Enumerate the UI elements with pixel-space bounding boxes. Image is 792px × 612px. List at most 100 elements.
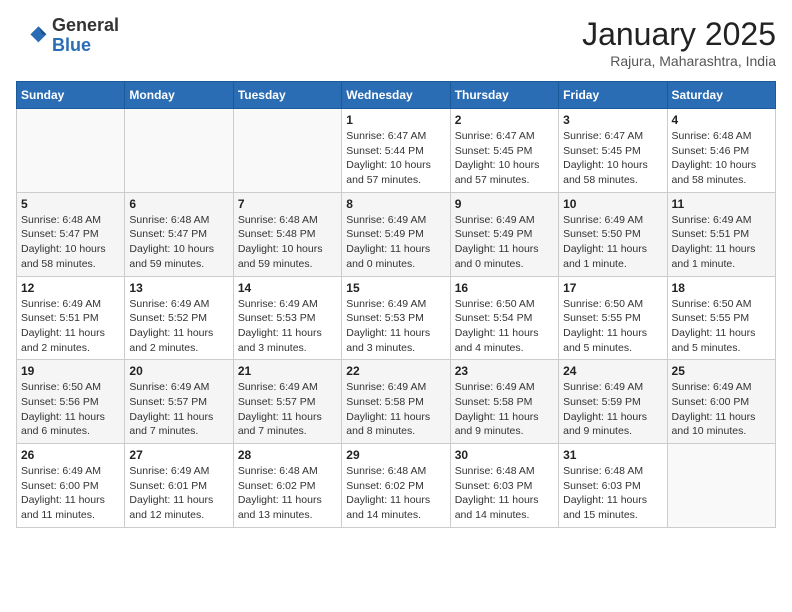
calendar-day-4: 4Sunrise: 6:48 AMSunset: 5:46 PMDaylight… (667, 109, 775, 193)
calendar-header-row: SundayMondayTuesdayWednesdayThursdayFrid… (17, 82, 776, 109)
day-info: Sunrise: 6:49 AMSunset: 5:57 PMDaylight:… (129, 380, 228, 439)
day-number: 16 (455, 281, 554, 295)
day-number: 29 (346, 448, 445, 462)
calendar-day-19: 19 Sunrise: 6:50 AMSunset: 5:56 PMDayligh… (17, 360, 125, 444)
day-info: Sunrise: 6:49 AMSunset: 5:53 PMDaylight:… (346, 297, 445, 356)
empty-cell (125, 109, 233, 193)
calendar-day-16: 16 Sunrise: 6:50 AMSunset: 5:54 PMDayligh… (450, 276, 558, 360)
day-info: Sunrise: 6:48 AMSunset: 5:47 PMDaylight:… (129, 213, 228, 272)
day-number: 14 (238, 281, 337, 295)
day-info: Sunrise: 6:50 AMSunset: 5:55 PMDaylight:… (563, 297, 662, 356)
column-header-saturday: Saturday (667, 82, 775, 109)
day-number: 19 (21, 364, 120, 378)
day-info: Sunrise: 6:50 AMSunset: 5:54 PMDaylight:… (455, 297, 554, 356)
day-info: Sunrise: 6:49 AMSunset: 5:53 PMDaylight:… (238, 297, 337, 356)
day-info: Sunrise: 6:49 AMSunset: 5:49 PMDaylight:… (346, 213, 445, 272)
day-info: Sunrise: 6:47 AMSunset: 5:44 PMDaylight:… (346, 129, 445, 188)
calendar-day-3: 3 Sunrise: 6:47 AMSunset: 5:45 PMDaylight… (559, 109, 667, 193)
calendar-day-18: 18 Sunrise: 6:50 AMSunset: 5:55 PMDayligh… (667, 276, 775, 360)
day-info: Sunrise: 6:49 AMSunset: 5:58 PMDaylight:… (346, 380, 445, 439)
calendar-day-7: 7Sunrise: 6:48 AMSunset: 5:48 PMDaylight… (233, 192, 341, 276)
day-number: 11 (672, 197, 771, 211)
day-info: Sunrise: 6:48 AMSunset: 6:02 PMDaylight:… (346, 464, 445, 523)
calendar-day-5: 5Sunrise: 6:48 AMSunset: 5:47 PMDaylight… (17, 192, 125, 276)
column-header-wednesday: Wednesday (342, 82, 450, 109)
day-info: Sunrise: 6:49 AMSunset: 5:52 PMDaylight:… (129, 297, 228, 356)
calendar-day-10: 10 Sunrise: 6:49 AMSunset: 5:50 PMDayligh… (559, 192, 667, 276)
day-info: Sunrise: 6:49 AMSunset: 6:01 PMDaylight:… (129, 464, 228, 523)
day-number: 13 (129, 281, 228, 295)
calendar-week-5: 26 Sunrise: 6:49 AMSunset: 6:00 PMDayligh… (17, 444, 776, 528)
day-number: 27 (129, 448, 228, 462)
day-number: 22 (346, 364, 445, 378)
day-info: Sunrise: 6:49 AMSunset: 6:00 PMDaylight:… (21, 464, 120, 523)
day-number: 12 (21, 281, 120, 295)
day-number: 8 (346, 197, 445, 211)
calendar-day-28: 28 Sunrise: 6:48 AMSunset: 6:02 PMDayligh… (233, 444, 341, 528)
calendar-day-8: 8 Sunrise: 6:49 AMSunset: 5:49 PMDaylight… (342, 192, 450, 276)
day-number: 10 (563, 197, 662, 211)
day-info: Sunrise: 6:48 AMSunset: 5:47 PMDaylight:… (21, 213, 120, 272)
day-number: 20 (129, 364, 228, 378)
calendar-day-12: 12 Sunrise: 6:49 AMSunset: 5:51 PMDayligh… (17, 276, 125, 360)
calendar-day-2: 2 Sunrise: 6:47 AMSunset: 5:45 PMDaylight… (450, 109, 558, 193)
day-info: Sunrise: 6:48 AMSunset: 6:02 PMDaylight:… (238, 464, 337, 523)
logo-text: General Blue (52, 16, 119, 56)
day-number: 2 (455, 113, 554, 127)
day-number: 9 (455, 197, 554, 211)
day-number: 30 (455, 448, 554, 462)
empty-cell (233, 109, 341, 193)
day-number: 25 (672, 364, 771, 378)
calendar-day-23: 23Sunrise: 6:49 AMSunset: 5:58 PMDayligh… (450, 360, 558, 444)
calendar-day-9: 9 Sunrise: 6:49 AMSunset: 5:49 PMDaylight… (450, 192, 558, 276)
day-info: Sunrise: 6:50 AMSunset: 5:55 PMDaylight:… (672, 297, 771, 356)
calendar-day-17: 17 Sunrise: 6:50 AMSunset: 5:55 PMDayligh… (559, 276, 667, 360)
location: Rajura, Maharashtra, India (582, 53, 776, 69)
day-number: 18 (672, 281, 771, 295)
day-info: Sunrise: 6:49 AMSunset: 5:58 PMDaylight:… (455, 380, 554, 439)
day-info: Sunrise: 6:47 AMSunset: 5:45 PMDaylight:… (563, 129, 662, 188)
page-header: General Blue January 2025 Rajura, Mahara… (16, 16, 776, 69)
calendar-table: SundayMondayTuesdayWednesdayThursdayFrid… (16, 81, 776, 528)
day-info: Sunrise: 6:47 AMSunset: 5:45 PMDaylight:… (455, 129, 554, 188)
calendar-week-2: 5Sunrise: 6:48 AMSunset: 5:47 PMDaylight… (17, 192, 776, 276)
day-number: 7 (238, 197, 337, 211)
calendar-day-11: 11Sunrise: 6:49 AMSunset: 5:51 PMDayligh… (667, 192, 775, 276)
day-info: Sunrise: 6:49 AMSunset: 5:57 PMDaylight:… (238, 380, 337, 439)
day-number: 21 (238, 364, 337, 378)
day-number: 17 (563, 281, 662, 295)
day-info: Sunrise: 6:48 AMSunset: 6:03 PMDaylight:… (563, 464, 662, 523)
calendar-week-3: 12 Sunrise: 6:49 AMSunset: 5:51 PMDayligh… (17, 276, 776, 360)
calendar-week-4: 19 Sunrise: 6:50 AMSunset: 5:56 PMDayligh… (17, 360, 776, 444)
calendar-day-13: 13 Sunrise: 6:49 AMSunset: 5:52 PMDayligh… (125, 276, 233, 360)
calendar-day-31: 31Sunrise: 6:48 AMSunset: 6:03 PMDayligh… (559, 444, 667, 528)
calendar-day-1: 1 Sunrise: 6:47 AMSunset: 5:44 PMDaylight… (342, 109, 450, 193)
empty-cell (667, 444, 775, 528)
day-info: Sunrise: 6:49 AMSunset: 6:00 PMDaylight:… (672, 380, 771, 439)
logo-blue: Blue (52, 36, 119, 56)
day-info: Sunrise: 6:49 AMSunset: 5:49 PMDaylight:… (455, 213, 554, 272)
column-header-sunday: Sunday (17, 82, 125, 109)
day-info: Sunrise: 6:49 AMSunset: 5:59 PMDaylight:… (563, 380, 662, 439)
day-number: 28 (238, 448, 337, 462)
column-header-monday: Monday (125, 82, 233, 109)
day-info: Sunrise: 6:49 AMSunset: 5:50 PMDaylight:… (563, 213, 662, 272)
calendar-day-24: 24Sunrise: 6:49 AMSunset: 5:59 PMDayligh… (559, 360, 667, 444)
day-info: Sunrise: 6:50 AMSunset: 5:56 PMDaylight:… (21, 380, 120, 439)
logo: General Blue (16, 16, 119, 56)
calendar-day-6: 6Sunrise: 6:48 AMSunset: 5:47 PMDaylight… (125, 192, 233, 276)
logo-icon (16, 20, 48, 52)
day-number: 26 (21, 448, 120, 462)
day-number: 3 (563, 113, 662, 127)
day-info: Sunrise: 6:49 AMSunset: 5:51 PMDaylight:… (21, 297, 120, 356)
column-header-friday: Friday (559, 82, 667, 109)
calendar-day-14: 14 Sunrise: 6:49 AMSunset: 5:53 PMDayligh… (233, 276, 341, 360)
day-number: 4 (672, 113, 771, 127)
column-header-thursday: Thursday (450, 82, 558, 109)
calendar-day-25: 25 Sunrise: 6:49 AMSunset: 6:00 PMDayligh… (667, 360, 775, 444)
calendar-day-26: 26 Sunrise: 6:49 AMSunset: 6:00 PMDayligh… (17, 444, 125, 528)
month-title: January 2025 (582, 16, 776, 53)
day-number: 1 (346, 113, 445, 127)
calendar-day-29: 29 Sunrise: 6:48 AMSunset: 6:02 PMDayligh… (342, 444, 450, 528)
calendar-day-15: 15Sunrise: 6:49 AMSunset: 5:53 PMDayligh… (342, 276, 450, 360)
